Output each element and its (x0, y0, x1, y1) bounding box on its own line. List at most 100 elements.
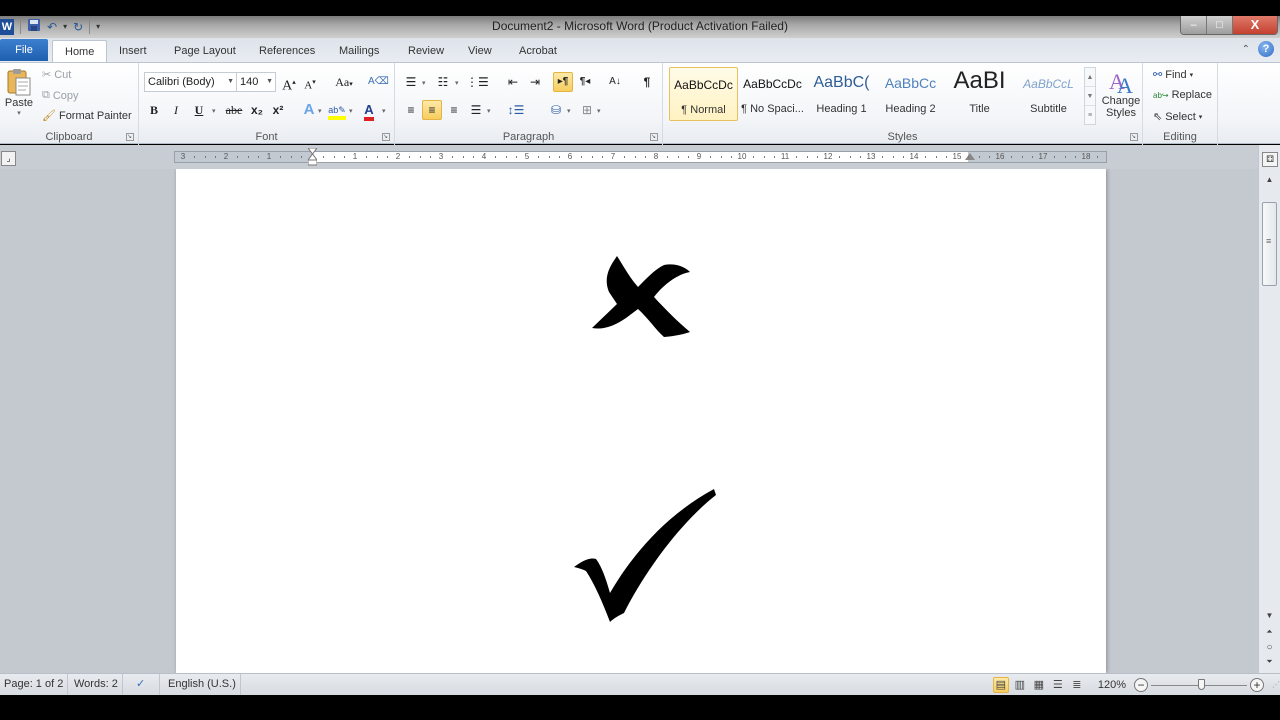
resize-grip-icon[interactable]: ⋰ (1264, 680, 1280, 689)
language[interactable]: English (U.S.) (164, 674, 241, 695)
clear-formatting-icon[interactable]: A⌫ (368, 72, 389, 92)
select-button[interactable]: ⇖ Select ▾ (1153, 110, 1202, 124)
justify-dropdown-icon[interactable]: ▾ (487, 107, 491, 115)
tab-home[interactable]: Home (52, 40, 108, 62)
tab-review[interactable]: Review (396, 40, 456, 62)
previous-page-icon[interactable]: ⏶ (1259, 627, 1280, 637)
zoom-slider[interactable] (1151, 678, 1247, 692)
numbering-dropdown-icon[interactable]: ▾ (455, 79, 459, 87)
draft-icon[interactable]: ≣ (1069, 677, 1085, 693)
grow-font-button[interactable]: A▴ (279, 72, 299, 94)
paragraph-dialog-launcher[interactable]: ↘ (650, 133, 658, 141)
zoom-in-icon[interactable]: + (1250, 677, 1264, 692)
change-case-button[interactable]: Aa▾ (331, 72, 357, 92)
minimize-ribbon-icon[interactable]: ⌃ (1242, 44, 1250, 55)
strikethrough-button[interactable]: abe (222, 100, 246, 120)
font-color-dropdown-icon[interactable]: ▾ (382, 107, 386, 115)
font-name-combo[interactable]: Calibri (Body) ▼ (144, 72, 237, 92)
tab-file[interactable]: File (0, 39, 48, 61)
next-page-icon[interactable]: ⏷ (1259, 657, 1280, 667)
scroll-thumb[interactable]: ≡ (1262, 202, 1277, 286)
outline-icon[interactable]: ☰ (1050, 677, 1066, 693)
select-browse-object-icon[interactable]: ○ (1259, 642, 1280, 653)
proofing-icon[interactable]: ✓ (132, 674, 160, 695)
style-heading-1[interactable]: AaBbC( Heading 1 (807, 67, 876, 121)
clipboard-dialog-launcher[interactable]: ↘ (126, 133, 134, 141)
web-layout-icon[interactable]: ▦ (1031, 677, 1047, 693)
tab-acrobat[interactable]: Acrobat (507, 40, 569, 62)
underline-button[interactable]: U (189, 100, 209, 120)
tab-mailings[interactable]: Mailings (327, 40, 391, 62)
tab-page-layout[interactable]: Page Layout (162, 40, 248, 62)
underline-dropdown-icon[interactable]: ▾ (212, 107, 216, 115)
bold-button[interactable]: B (144, 100, 164, 120)
word-count[interactable]: Words: 2 (70, 674, 123, 695)
maximize-button[interactable]: □ (1207, 16, 1233, 34)
bullets-dropdown-icon[interactable]: ▾ (422, 79, 426, 87)
scroll-down-icon[interactable]: ▼ (1259, 611, 1280, 620)
multilevel-list-button[interactable]: ⋮☰ (466, 72, 489, 92)
rtl-button[interactable]: ¶◂ (575, 72, 595, 92)
styles-gallery-scroll[interactable]: ▲ ▼ ≡ (1084, 67, 1096, 125)
tab-references[interactable]: References (247, 40, 327, 62)
styles-dialog-launcher[interactable]: ↘ (1130, 133, 1138, 141)
text-effects-icon[interactable]: A (299, 100, 319, 120)
copy-button[interactable]: ⧉ Copy (42, 89, 79, 102)
scroll-up-icon[interactable]: ▲ (1259, 175, 1280, 184)
numbering-button[interactable]: ☷ (433, 72, 453, 92)
highlight-button[interactable]: ab✎ (327, 100, 347, 120)
gallery-up-icon[interactable]: ▲ (1085, 68, 1095, 87)
zoom-slider-handle[interactable] (1198, 678, 1205, 690)
right-indent-marker[interactable] (965, 153, 975, 160)
tab-view[interactable]: View (456, 40, 504, 62)
check-mark-symbol[interactable] (572, 487, 722, 627)
cut-button[interactable]: ✂ Cut (42, 68, 71, 82)
zoom-level[interactable]: 120% (1098, 679, 1126, 691)
gallery-more-icon[interactable]: ≡ (1085, 106, 1095, 125)
superscript-button[interactable]: x² (268, 100, 288, 120)
font-color-button[interactable]: A (359, 100, 379, 121)
paste-button[interactable]: Paste ▾ (4, 67, 34, 117)
align-left-button[interactable]: ≡ (401, 100, 421, 120)
full-screen-reading-icon[interactable]: ▥ (1012, 677, 1028, 693)
borders-button[interactable]: ⊞ (577, 100, 597, 120)
increase-indent-button[interactable]: ⇥ (525, 72, 545, 92)
cross-mark-symbol[interactable] (586, 254, 696, 354)
vertical-scrollbar[interactable]: ⚃ ▲ ≡ ▼ ⏶ ○ ⏷ (1258, 145, 1280, 673)
align-right-button[interactable]: ≡ (444, 100, 464, 120)
view-ruler-icon[interactable]: ⚃ (1262, 152, 1278, 167)
gallery-down-icon[interactable]: ▼ (1085, 87, 1095, 106)
zoom-out-icon[interactable]: − (1134, 677, 1148, 692)
print-layout-icon[interactable]: ▤ (992, 676, 1009, 693)
page-count[interactable]: Page: 1 of 2 (0, 674, 69, 695)
style-normal[interactable]: AaBbCcDc ¶ Normal (669, 67, 738, 121)
font-dialog-launcher[interactable]: ↘ (382, 133, 390, 141)
change-styles-button[interactable]: AA Change Styles (1102, 67, 1141, 119)
shrink-font-button[interactable]: A▾ (300, 72, 320, 92)
highlight-dropdown-icon[interactable]: ▾ (349, 107, 353, 115)
ltr-button[interactable]: ▸¶ (553, 72, 573, 92)
italic-button[interactable]: I (166, 100, 186, 120)
sort-button[interactable]: A↓ (605, 72, 625, 92)
text-effects-dropdown-icon[interactable]: ▾ (318, 107, 322, 115)
first-line-indent-marker[interactable] (308, 148, 317, 166)
replace-button[interactable]: ab↪ Replace (1153, 89, 1212, 101)
shading-dropdown-icon[interactable]: ▾ (567, 107, 571, 115)
format-painter-button[interactable]: 🖌 Format Painter (42, 109, 132, 123)
tab-selector[interactable]: ⌟ (1, 151, 16, 166)
style-heading-2[interactable]: AaBbCc Heading 2 (876, 67, 945, 121)
subscript-button[interactable]: x₂ (247, 100, 267, 120)
line-spacing-button[interactable]: ↕☰ (506, 100, 526, 120)
help-icon[interactable]: ? (1258, 41, 1274, 57)
show-marks-button[interactable]: ¶ (637, 72, 657, 92)
bullets-button[interactable]: ☰ (401, 72, 421, 92)
document-page[interactable] (176, 169, 1106, 673)
close-button[interactable]: X (1233, 16, 1277, 34)
borders-dropdown-icon[interactable]: ▾ (597, 107, 601, 115)
minimize-button[interactable]: – (1181, 16, 1207, 34)
style-subtitle[interactable]: AaBbCcL Subtitle (1014, 67, 1083, 121)
style-no-spacing[interactable]: AaBbCcDc ¶ No Spaci... (738, 67, 807, 121)
horizontal-ruler[interactable]: 3 2 1 1 2 3 4 5 6 7 8 9 10 11 12 13 14 15 16 17 18 (174, 148, 1107, 166)
align-center-button[interactable]: ≡ (422, 100, 442, 120)
find-button[interactable]: ⚯ Find ▾ (1153, 68, 1193, 82)
